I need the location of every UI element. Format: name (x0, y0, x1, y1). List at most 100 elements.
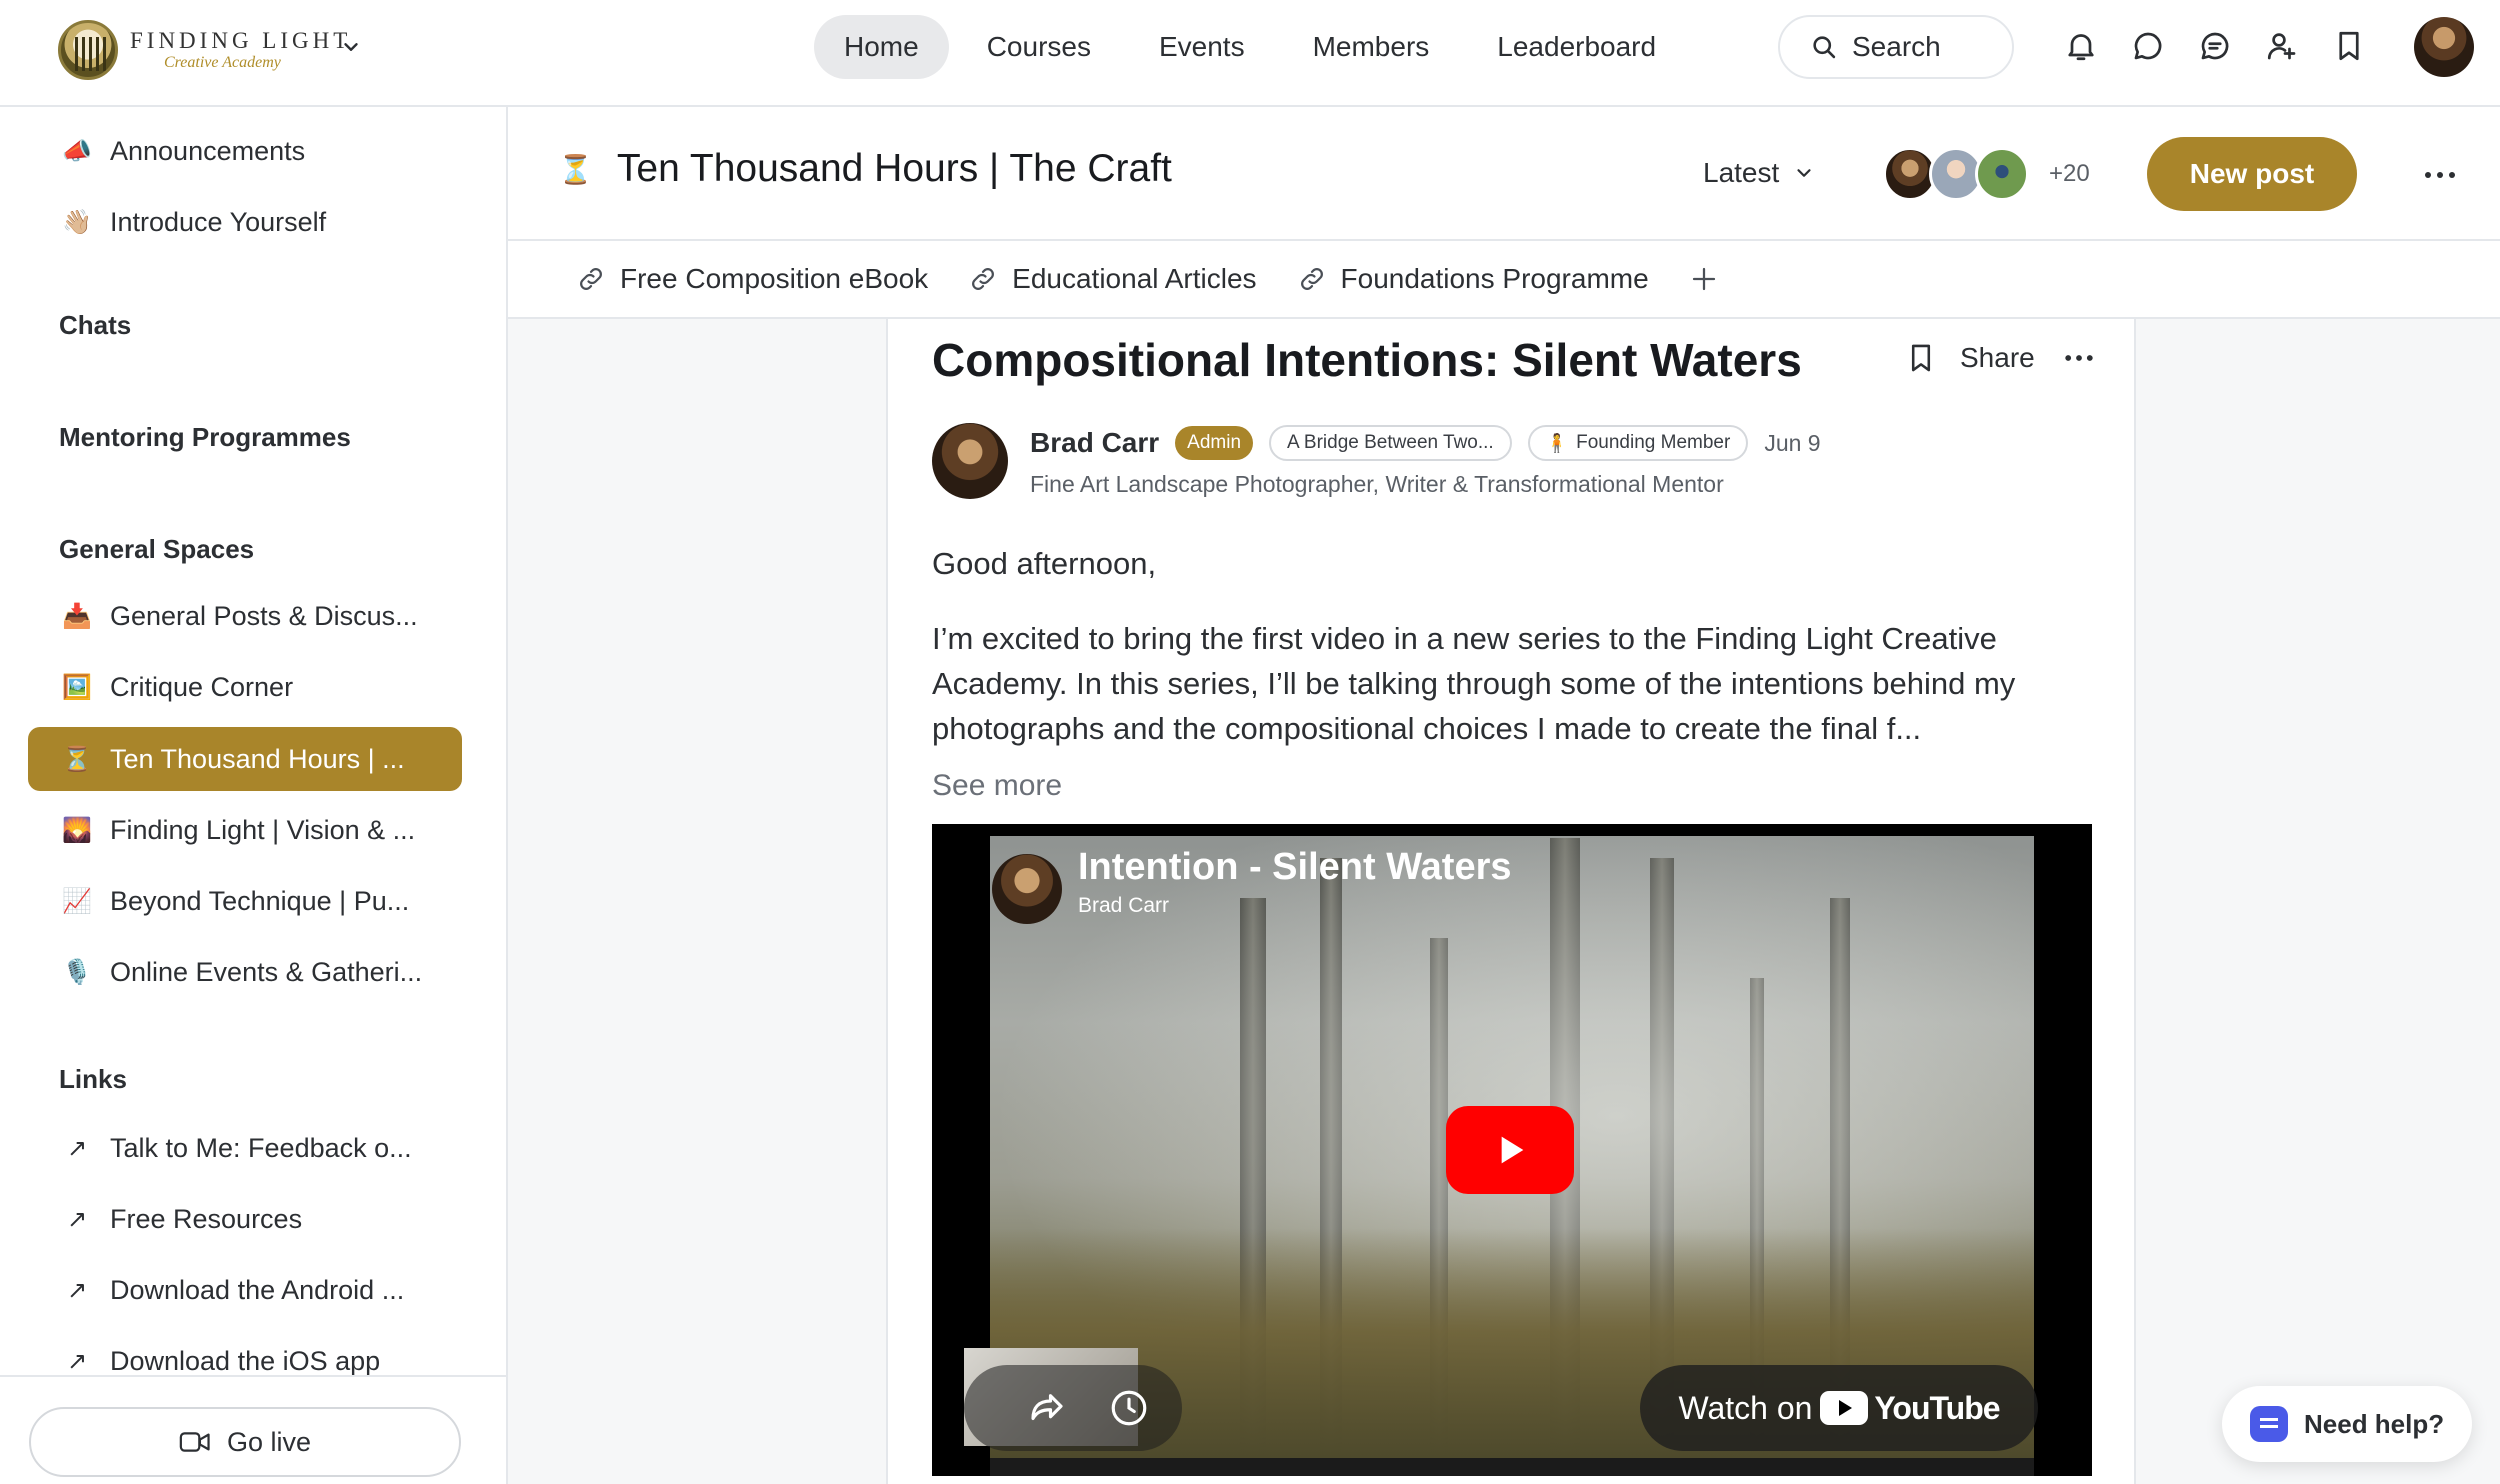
share-button[interactable]: Share (1960, 342, 2035, 374)
sidebar-item-label: Announcements (110, 135, 306, 166)
nav-members[interactable]: Members (1283, 15, 1460, 79)
member-tag: A Bridge Between Two... (1269, 425, 1512, 461)
sidebar-item-label: Beyond Technique | Pu... (110, 885, 410, 916)
space-links-bar: Free Composition eBook Educational Artic… (508, 241, 2500, 319)
author-headline: Fine Art Landscape Photographer, Writer … (1030, 471, 1724, 497)
sidebar-item-online-events[interactable]: 🎙️ Online Events & Gatheri... (28, 940, 462, 1004)
post-actions: Share (1904, 341, 2097, 375)
bookmark-icon[interactable] (1904, 341, 1938, 375)
watch-later-clock-icon[interactable] (1108, 1387, 1150, 1429)
sidebar-link-free-resources[interactable]: ↗ Free Resources (28, 1187, 462, 1251)
sidebar-item-beyond-technique[interactable]: 📈 Beyond Technique | Pu... (28, 869, 462, 933)
messages-icon[interactable] (2197, 28, 2233, 64)
admin-badge: Admin (1175, 426, 1254, 460)
sidebar-link-feedback[interactable]: ↗ Talk to Me: Feedback o... (28, 1116, 462, 1180)
brand-logo[interactable]: FINDING LIGHT Creative Academy (58, 18, 351, 82)
chart-increasing-icon: 📈 (62, 887, 92, 915)
search-button[interactable]: Search (1778, 15, 2014, 79)
inbox-icon: 📥 (62, 602, 92, 630)
sidebar-item-label: General Posts & Discus... (110, 600, 418, 631)
user-avatar[interactable] (2414, 17, 2474, 77)
need-help-button[interactable]: Need help? (2222, 1386, 2472, 1462)
sidebar-link-label: Download the iOS app (110, 1345, 381, 1376)
space-link-foundations-programme[interactable]: Foundations Programme (1297, 263, 1649, 295)
youtube-play-icon (1820, 1391, 1869, 1425)
channel-avatar[interactable] (992, 854, 1062, 924)
go-live-label: Go live (226, 1426, 312, 1457)
sidebar-heading-links[interactable]: Links (59, 1064, 127, 1095)
watch-on-label: Watch on (1678, 1389, 1813, 1426)
go-live-button[interactable]: Go live (29, 1407, 461, 1477)
sidebar-heading-general-spaces[interactable]: General Spaces (59, 534, 254, 565)
founding-member-label: Founding Member (1576, 432, 1731, 453)
external-link-icon: ↗ (66, 1205, 88, 1233)
sunrise-icon: 🌄 (62, 816, 92, 844)
hourglass-icon: ⏳ (62, 745, 92, 773)
member-avatar (1975, 147, 2029, 201)
need-help-label: Need help? (2304, 1408, 2445, 1439)
link-icon (1300, 268, 1323, 290)
sidebar-footer: Go live (0, 1375, 506, 1484)
external-link-icon: ↗ (66, 1276, 88, 1304)
youtube-logo: YouTube (1820, 1390, 2001, 1427)
sort-dropdown[interactable]: Latest (1703, 157, 1815, 189)
sidebar-link-android-app[interactable]: ↗ Download the Android ... (28, 1258, 462, 1322)
space-link-label: Foundations Programme (1340, 263, 1649, 294)
sort-label: Latest (1703, 157, 1780, 188)
sidebar-item-introduce-yourself[interactable]: 👋🏼 Introduce Yourself (28, 190, 462, 254)
post-body: Good afternoon, I’m excited to bring the… (932, 541, 2112, 781)
bookmark-icon[interactable] (2331, 28, 2367, 64)
play-button[interactable] (1446, 1106, 1574, 1194)
nav-leaderboard[interactable]: Leaderboard (1467, 15, 1686, 79)
video-camera-icon (179, 1432, 210, 1452)
sidebar-heading-chats[interactable]: Chats (59, 310, 131, 341)
sidebar-item-announcements[interactable]: 📣 Announcements (28, 119, 462, 183)
external-link-icon: ↗ (66, 1134, 88, 1162)
chevron-down-icon[interactable] (340, 36, 362, 58)
watch-on-youtube-button[interactable]: Watch on YouTube (1640, 1365, 2038, 1451)
plus-icon[interactable] (1689, 264, 1719, 294)
post-title[interactable]: Compositional Intentions: Silent Waters (932, 333, 1802, 387)
space-members[interactable]: +20 (1883, 147, 2090, 201)
microphone-icon: 🎙️ (62, 958, 92, 986)
video-author: Brad Carr (1078, 894, 1170, 917)
hourglass-icon: ⏳ (558, 153, 593, 185)
chevron-down-icon (1797, 169, 1811, 177)
waving-hand-icon: 👋🏼 (62, 208, 92, 236)
nav-courses[interactable]: Courses (957, 15, 1121, 79)
share-arrow-icon[interactable] (1026, 1387, 1068, 1429)
sidebar-item-finding-light-vision[interactable]: 🌄 Finding Light | Vision & ... (28, 798, 462, 862)
video-controls (964, 1365, 1182, 1451)
video-title[interactable]: Intention - Silent Waters (1078, 846, 1512, 889)
youtube-video-embed[interactable]: Intention - Silent Waters Brad Carr Watc… (932, 824, 2092, 1476)
nav-home[interactable]: Home (814, 15, 949, 79)
external-link-icon: ↗ (66, 1347, 88, 1375)
sidebar-item-general-posts[interactable]: 📥 General Posts & Discus... (28, 584, 462, 648)
post-paragraph: I’m excited to bring the first video in … (932, 621, 2016, 746)
new-post-button[interactable]: New post (2147, 137, 2357, 211)
sidebar: 📣 Announcements 👋🏼 Introduce Yourself Ch… (0, 107, 508, 1484)
more-options-icon[interactable] (2420, 165, 2460, 185)
space-link-composition-ebook[interactable]: Free Composition eBook (576, 263, 928, 295)
bell-icon[interactable] (2063, 28, 2099, 64)
more-options-icon[interactable] (2061, 348, 2097, 368)
play-icon (1501, 1136, 1524, 1164)
sidebar-item-label: Finding Light | Vision & ... (110, 814, 416, 845)
add-user-icon[interactable] (2264, 28, 2300, 64)
chat-bubble-icon[interactable] (2130, 28, 2166, 64)
space-link-educational-articles[interactable]: Educational Articles (968, 263, 1257, 295)
author-row: Brad Carr Admin A Bridge Between Two... … (1030, 425, 1821, 461)
space-title-text: Ten Thousand Hours | The Craft (616, 147, 1172, 190)
author-name[interactable]: Brad Carr (1030, 427, 1159, 459)
nav-events[interactable]: Events (1129, 15, 1275, 79)
see-more-link[interactable]: See more (932, 769, 1062, 803)
sidebar-item-label: Ten Thousand Hours | ... (110, 743, 405, 774)
megaphone-icon: 📣 (62, 137, 92, 165)
person-icon: 🧍 (1545, 432, 1569, 453)
member-overflow-count: +20 (2049, 160, 2090, 187)
sidebar-heading-mentoring[interactable]: Mentoring Programmes (59, 422, 351, 453)
sidebar-item-ten-thousand-hours[interactable]: ⏳ Ten Thousand Hours | ... (28, 727, 462, 791)
author-avatar[interactable] (932, 423, 1008, 499)
link-icon (972, 268, 995, 290)
sidebar-item-critique-corner[interactable]: 🖼️ Critique Corner (28, 655, 462, 719)
